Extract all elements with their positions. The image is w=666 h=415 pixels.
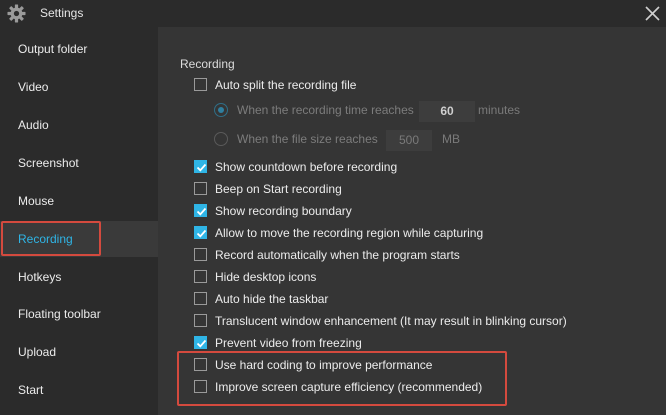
- option-label: Record automatically when the program st…: [215, 248, 460, 262]
- sidebar-item-label: Output folder: [18, 42, 88, 56]
- sidebar-item-mouse[interactable]: Mouse: [0, 183, 158, 219]
- title-bar: Settings: [0, 0, 666, 27]
- beep-on-start-option[interactable]: Beep on Start recording: [194, 181, 414, 197]
- show-boundary-checkbox[interactable]: [194, 204, 207, 217]
- sidebar-item-label: Screenshot: [18, 156, 79, 170]
- time-unit: minutes: [478, 103, 521, 117]
- option-label: Beep on Start recording: [215, 182, 342, 196]
- prevent-freezing-checkbox[interactable]: [194, 336, 207, 349]
- sidebar-item-output-folder[interactable]: Output folder: [0, 31, 158, 67]
- sidebar-item-start[interactable]: Start: [0, 372, 158, 408]
- section-title: Recording: [180, 57, 235, 71]
- sidebar-item-screenshot[interactable]: Screenshot: [0, 145, 158, 181]
- option-label: When the file size reaches: [237, 132, 378, 146]
- split-by-time-radio[interactable]: [214, 103, 228, 117]
- auto-hide-taskbar-checkbox[interactable]: [194, 292, 207, 305]
- show-countdown-checkbox[interactable]: [194, 160, 207, 173]
- option-label: Auto split the recording file: [215, 78, 357, 92]
- sidebar-item-label: Video: [18, 80, 49, 94]
- sidebar-item-upload[interactable]: Upload: [0, 334, 158, 370]
- sidebar-item-label: Hotkeys: [18, 270, 62, 284]
- option-label: Auto hide the taskbar: [215, 292, 329, 306]
- sidebar-item-label: Audio: [18, 118, 49, 132]
- sidebar-item-video[interactable]: Video: [0, 69, 158, 105]
- show-countdown-option[interactable]: Show countdown before recording: [194, 159, 414, 175]
- prevent-freezing-option[interactable]: Prevent video from freezing: [194, 335, 414, 351]
- option-label: Translucent window enhancement (It may r…: [215, 314, 567, 328]
- show-boundary-option[interactable]: Show recording boundary: [194, 203, 414, 219]
- time-value-field[interactable]: 60: [419, 101, 475, 122]
- sidebar-item-audio[interactable]: Audio: [0, 107, 158, 143]
- hide-desktop-icons-checkbox[interactable]: [194, 270, 207, 283]
- translucent-window-checkbox[interactable]: [194, 314, 207, 327]
- sidebar-item-floating-toolbar[interactable]: Floating toolbar: [0, 296, 158, 332]
- auto-split-checkbox[interactable]: [194, 78, 207, 91]
- allow-move-region-checkbox[interactable]: [194, 226, 207, 239]
- option-label: Show recording boundary: [215, 204, 352, 218]
- size-value-field[interactable]: 500: [386, 130, 432, 151]
- sidebar-item-label: Floating toolbar: [18, 307, 101, 321]
- record-automatically-option[interactable]: Record automatically when the program st…: [194, 247, 474, 263]
- gear-icon: [7, 4, 26, 23]
- option-label: Allow to move the recording region while…: [215, 226, 484, 240]
- size-unit: MB: [442, 132, 460, 146]
- split-by-time-option[interactable]: When the recording time reaches 60 minut…: [214, 101, 534, 122]
- window-title: Settings: [40, 6, 84, 20]
- auto-split-option[interactable]: Auto split the recording file: [194, 77, 394, 93]
- option-label: Hide desktop icons: [215, 270, 317, 284]
- auto-hide-taskbar-option[interactable]: Auto hide the taskbar: [194, 291, 414, 307]
- hide-desktop-icons-option[interactable]: Hide desktop icons: [194, 269, 414, 285]
- options-highlight-box: [177, 351, 507, 406]
- split-by-size-option[interactable]: When the file size reaches 500 MB: [214, 130, 534, 151]
- close-icon[interactable]: [644, 5, 661, 22]
- record-automatically-checkbox[interactable]: [194, 248, 207, 261]
- split-by-size-radio[interactable]: [214, 132, 228, 146]
- sidebar-item-label: Upload: [18, 345, 57, 359]
- sidebar-item-label: Start: [18, 383, 44, 397]
- option-label: When the recording time reaches: [237, 103, 414, 117]
- translucent-window-option[interactable]: Translucent window enhancement (It may r…: [194, 313, 574, 329]
- option-label: Prevent video from freezing: [215, 336, 362, 350]
- option-label: Show countdown before recording: [215, 160, 398, 174]
- sidebar-item-label: Mouse: [18, 194, 55, 208]
- beep-on-start-checkbox[interactable]: [194, 182, 207, 195]
- sidebar-item-hotkeys[interactable]: Hotkeys: [0, 259, 158, 295]
- recording-highlight-box: [1, 221, 101, 256]
- allow-move-region-option[interactable]: Allow to move the recording region while…: [194, 225, 494, 241]
